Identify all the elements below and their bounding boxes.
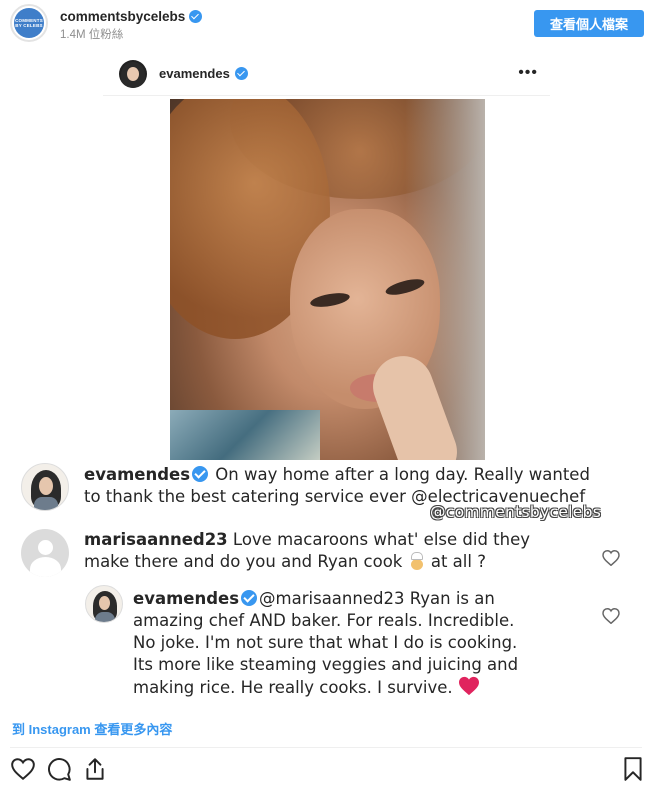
selfie-photo — [170, 99, 485, 460]
comment-text: amazing chef AND baker. For reals. Incre… — [133, 611, 515, 630]
comment-username: evamendes — [84, 465, 191, 484]
follower-count: 1.4M 位粉絲 — [60, 29, 124, 41]
comment-username: marisaanned23 — [84, 530, 228, 549]
more-options-icon: ••• — [518, 64, 538, 81]
chef-emoji-icon — [408, 552, 426, 570]
comment-text: Love macaroons what' else did they — [232, 530, 531, 549]
comment-username: evamendes — [133, 589, 240, 608]
account-name[interactable]: commentsbycelebs — [60, 9, 203, 24]
bookmark-icon[interactable] — [620, 756, 646, 782]
comment-text: On way home after a long day. Really wan… — [215, 465, 590, 484]
share-icon[interactable] — [82, 756, 108, 782]
comment-text: Ryan is an — [409, 589, 495, 608]
comment-avatar — [21, 463, 69, 511]
view-more-on-instagram-link[interactable]: 到 Instagram 查看更多內容 — [12, 719, 172, 738]
screenshot-post-header: evamendes ••• — [103, 54, 550, 96]
heart-icon[interactable] — [10, 756, 36, 782]
reply-avatar — [85, 585, 123, 623]
screenshot-avatar — [119, 60, 147, 88]
like-comment-icon — [602, 608, 620, 624]
verified-icon — [241, 590, 258, 606]
comment-text: to thank the best catering service ever — [84, 487, 406, 506]
avatar-logo-line-2: BY CELEBS — [15, 23, 43, 28]
comment-2: marisaanned23 Love macaroons what' else … — [84, 529, 604, 573]
like-comment-icon — [602, 550, 620, 566]
comment-1: evamendes On way home after a long day. … — [84, 464, 644, 508]
embed-header: COMMENTS BY CELEBS commentsbycelebs 1.4M… — [0, 0, 652, 50]
comment-avatar — [21, 529, 69, 577]
verified-icon — [189, 10, 203, 23]
comment-text: making rice. He really cooks. I survive. — [133, 678, 453, 697]
account-avatar[interactable]: COMMENTS BY CELEBS — [10, 4, 48, 42]
view-profile-button[interactable]: 查看個人檔案 — [534, 10, 644, 37]
post-image[interactable]: evamendes ••• evamendes On way home afte… — [0, 50, 652, 706]
screenshot-username: evamendes — [159, 66, 230, 81]
divider — [10, 747, 642, 748]
comment-text: at all ? — [430, 552, 486, 571]
comment-text: make there and do you and Ryan cook — [84, 552, 403, 571]
comment-mention: @marisaanned23 — [259, 589, 405, 608]
comment-3: evamendes @marisaanned23 Ryan is an amazi… — [133, 588, 603, 699]
comment-icon[interactable] — [46, 756, 72, 782]
comment-text: Its more like steaming veggies and juici… — [133, 655, 519, 674]
red-heart-emoji-icon — [458, 676, 479, 696]
verified-icon — [192, 466, 209, 482]
verified-icon — [234, 67, 248, 80]
screenshot-username-row: evamendes — [159, 66, 248, 81]
comment-text: No joke. I'm not sure that what I do is … — [133, 633, 518, 652]
account-username[interactable]: commentsbycelebs — [60, 9, 185, 24]
avatar-logo: COMMENTS BY CELEBS — [14, 8, 44, 38]
watermark: @commentsbycelebs — [430, 503, 602, 521]
